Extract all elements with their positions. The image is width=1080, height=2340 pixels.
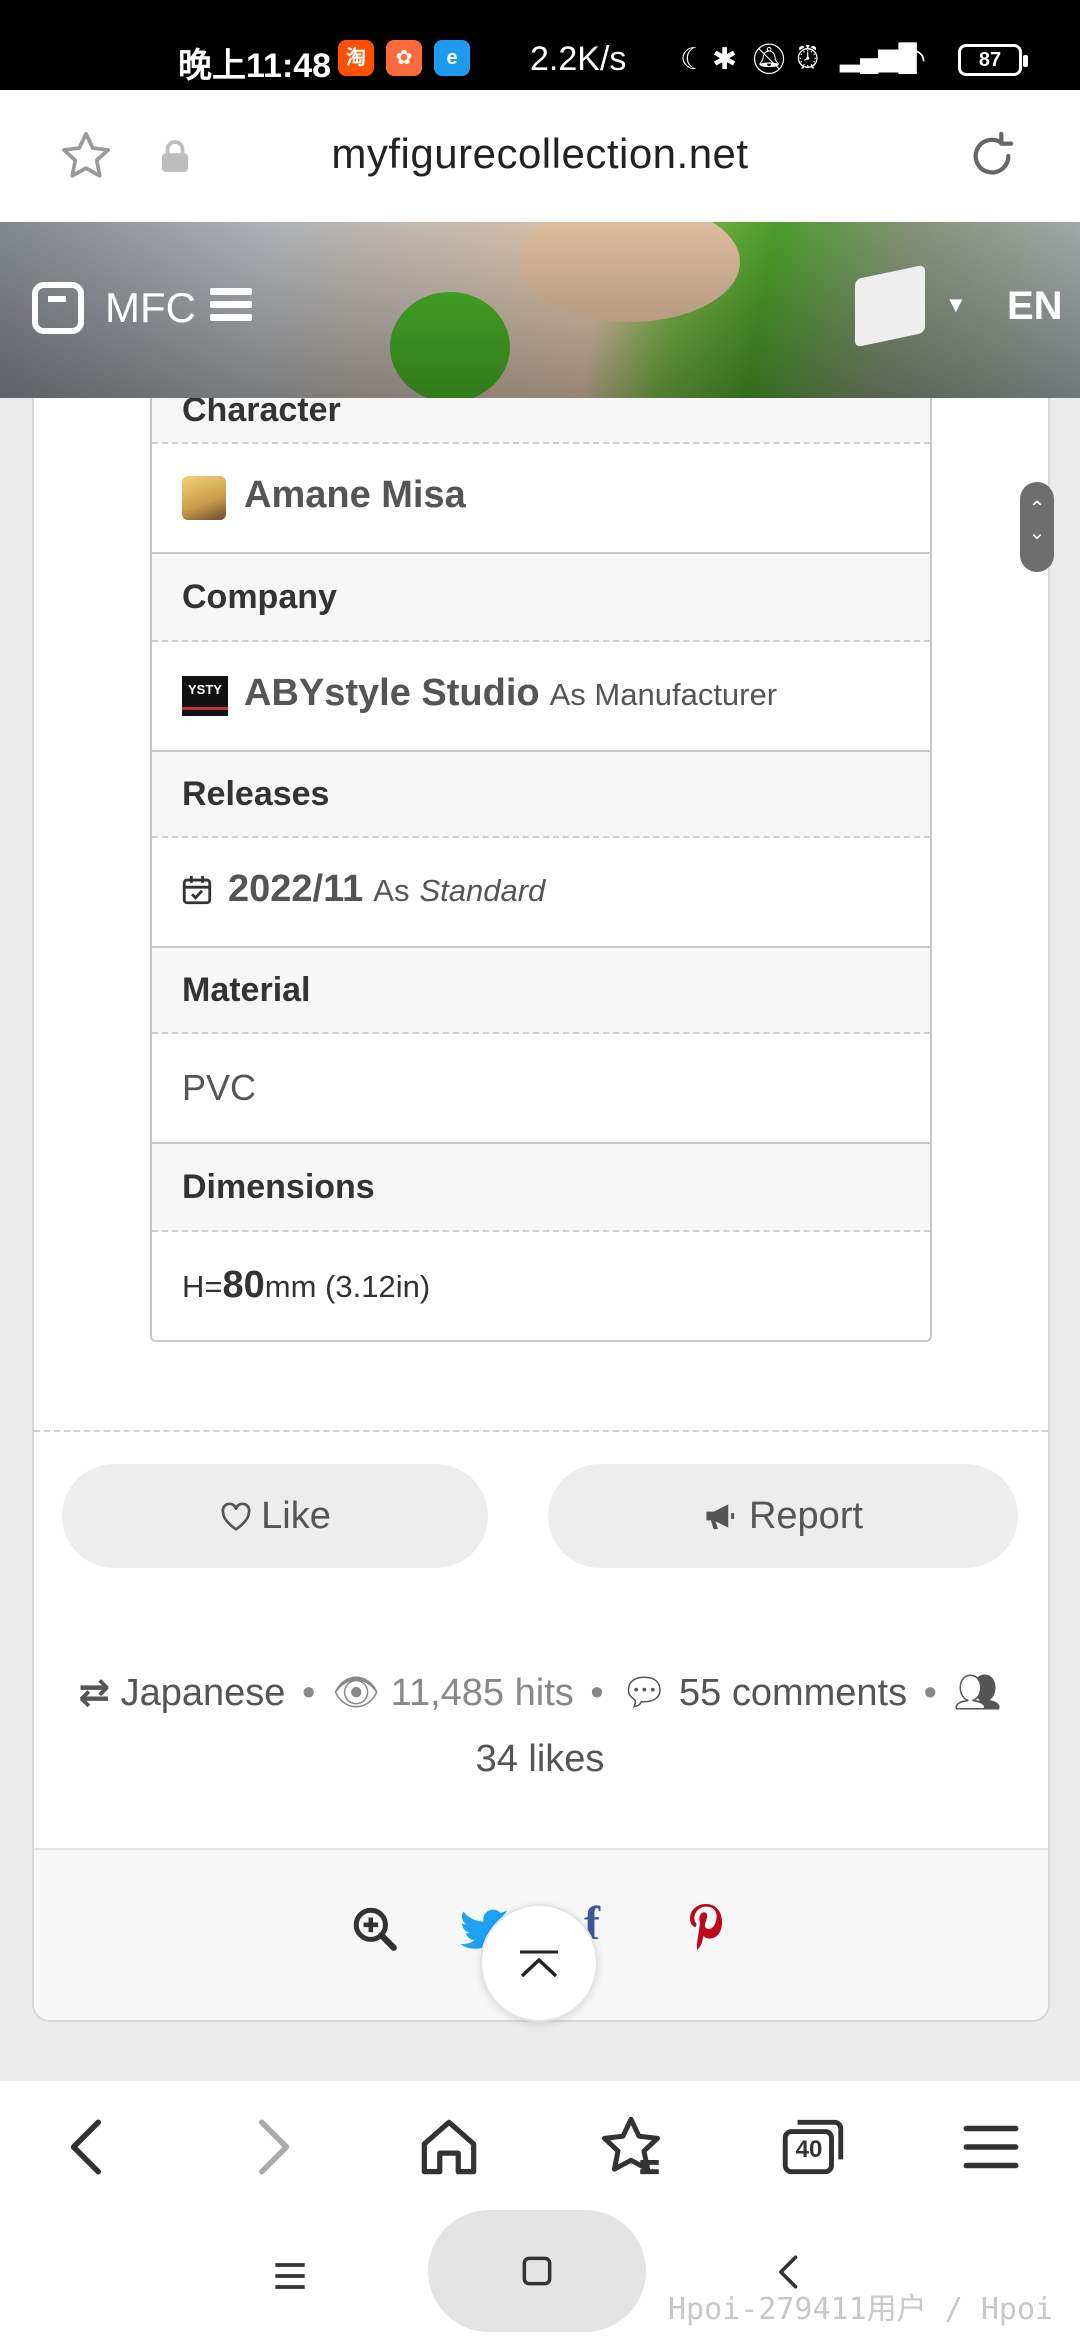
releases-heading: Releases bbox=[182, 775, 330, 813]
dimensions-prefix: H= bbox=[182, 1269, 223, 1304]
releases-heading-row: Releases bbox=[152, 752, 930, 838]
release-date[interactable]: 2022/11 bbox=[228, 868, 363, 910]
character-name[interactable]: Amane Misa bbox=[244, 474, 466, 517]
item-details-table: Character Amane Misa Company YSTY ABYsty… bbox=[150, 398, 932, 1342]
alarm-icon: ⏰︎ bbox=[796, 42, 820, 75]
site-header: MFC ▼ EN bbox=[0, 222, 1080, 398]
character-avatar bbox=[182, 476, 226, 520]
stats-separator: • bbox=[923, 1672, 937, 1714]
forward-icon[interactable] bbox=[234, 2110, 308, 2184]
likes-count[interactable]: 34 likes bbox=[60, 1726, 1020, 1792]
menu-icon[interactable] bbox=[954, 2110, 1028, 2184]
heart-icon bbox=[221, 1502, 251, 1531]
character-heading-row: Character bbox=[152, 398, 930, 444]
company-row[interactable]: YSTY ABYstyle Studio As Manufacturer bbox=[152, 642, 930, 752]
comments-icon: 💬︎ bbox=[620, 1672, 669, 1714]
back-icon[interactable] bbox=[52, 2110, 126, 2184]
moon-icon: ☾ bbox=[680, 43, 707, 76]
company-heading-row: Company bbox=[152, 554, 930, 642]
company-logo-icon: YSTY bbox=[182, 676, 228, 716]
hits-count: 11,485 hits bbox=[390, 1672, 574, 1714]
wifi-icon: ◠ bbox=[900, 43, 927, 76]
chevron-down-icon[interactable]: ⌄ bbox=[1020, 518, 1054, 548]
language-selector[interactable]: EN bbox=[1007, 284, 1063, 329]
swap-icon: ⇄ bbox=[78, 1672, 111, 1714]
release-prefix: As bbox=[373, 873, 410, 908]
brand-name[interactable]: MFC bbox=[105, 284, 196, 332]
dimensions-row: H=80mm (3.12in) bbox=[152, 1232, 930, 1340]
material-heading-row: Material bbox=[152, 948, 930, 1034]
dimensions-unit: mm (3.12in) bbox=[264, 1269, 431, 1304]
company-heading: Company bbox=[182, 578, 337, 616]
company-entry: ABYstyle Studio As Manufacturer bbox=[244, 672, 777, 715]
recent-apps-icon[interactable] bbox=[268, 2254, 312, 2298]
home-button[interactable] bbox=[428, 2210, 646, 2332]
chevron-up-icon bbox=[520, 1950, 558, 1978]
like-button[interactable]: Like bbox=[62, 1464, 488, 1568]
browser-toolbar bbox=[0, 2080, 1080, 2214]
menu-icon[interactable] bbox=[210, 288, 252, 322]
material-row: PVC bbox=[152, 1034, 930, 1144]
report-label: Report bbox=[748, 1495, 864, 1537]
taobao-icon: 淘 bbox=[338, 40, 374, 76]
back-to-top-button[interactable] bbox=[480, 1904, 598, 2022]
reload-icon[interactable] bbox=[964, 128, 1020, 184]
megaphone-icon bbox=[706, 1504, 735, 1530]
stats-separator: • bbox=[301, 1672, 316, 1714]
tabs-button[interactable]: 40 bbox=[776, 2110, 850, 2184]
item-stats: ⇄ Japanese • 👁︎ 11,485 hits • 💬︎ 55 comm… bbox=[60, 1660, 1020, 1792]
status-bar: 晚上11:48 淘 ✿ e 2.2K/s ☾ ✱ 🔕︎ ⏰︎ ▂▄▆█ ◠ 87 bbox=[0, 0, 1080, 90]
app-icon: ✿ bbox=[386, 40, 422, 76]
calendar-check-icon bbox=[182, 875, 212, 905]
bluetooth-icon: ✱ bbox=[712, 43, 738, 76]
chevron-down-icon[interactable]: ▼ bbox=[945, 292, 967, 318]
comments-link[interactable]: 55 comments bbox=[679, 1672, 907, 1714]
dimensions-heading-row: Dimensions bbox=[152, 1144, 930, 1232]
mfc-logo-icon[interactable] bbox=[32, 282, 84, 334]
bookmarks-icon[interactable] bbox=[594, 2110, 668, 2184]
stats-separator: • bbox=[590, 1672, 604, 1714]
home-icon[interactable] bbox=[412, 2110, 486, 2184]
dimensions-heading: Dimensions bbox=[182, 1168, 375, 1206]
pinterest-icon[interactable] bbox=[684, 1902, 728, 1950]
character-row[interactable]: Amane Misa bbox=[152, 444, 930, 554]
section-divider bbox=[34, 1430, 1048, 1432]
url-text[interactable]: myfigurecollection.net bbox=[0, 130, 1080, 178]
square-icon bbox=[522, 2256, 552, 2286]
release-row[interactable]: 2022/11 As Standard bbox=[152, 838, 930, 948]
watermark: Hpoi-279411用户 / Hpoi bbox=[668, 2292, 1054, 2327]
material-heading: Material bbox=[182, 971, 311, 1009]
zoom-in-icon[interactable] bbox=[350, 1904, 400, 1954]
company-role: As Manufacturer bbox=[549, 677, 778, 712]
character-heading: Character bbox=[182, 398, 341, 429]
release-entry: 2022/11 As Standard bbox=[228, 868, 545, 911]
release-type: Standard bbox=[419, 873, 546, 908]
stats-line-1: ⇄ Japanese • 👁︎ 11,485 hits • 💬︎ 55 comm… bbox=[60, 1660, 1020, 1726]
scroll-handle[interactable]: ⌃ ⌄ bbox=[1020, 482, 1054, 572]
battery-indicator: 87 bbox=[958, 44, 1028, 76]
report-button[interactable]: Report bbox=[548, 1464, 1018, 1568]
mute-icon: 🔕︎ bbox=[750, 43, 789, 76]
users-icon: 👥︎ bbox=[953, 1672, 1002, 1714]
browser-icon: e bbox=[434, 40, 470, 76]
tabs-count: 40 bbox=[795, 2136, 823, 2163]
material-value: PVC bbox=[182, 1067, 257, 1108]
like-label: Like bbox=[261, 1495, 331, 1537]
language-link[interactable]: Japanese bbox=[121, 1672, 286, 1714]
browser-url-bar: myfigurecollection.net bbox=[0, 90, 1080, 222]
eye-icon: 👁︎ bbox=[331, 1672, 381, 1714]
company-name[interactable]: ABYstyle Studio bbox=[244, 672, 540, 714]
status-time: 晚上11:48 bbox=[178, 47, 332, 85]
net-speed: 2.2K/s bbox=[530, 40, 627, 78]
dimensions-value: 80 bbox=[222, 1264, 265, 1306]
